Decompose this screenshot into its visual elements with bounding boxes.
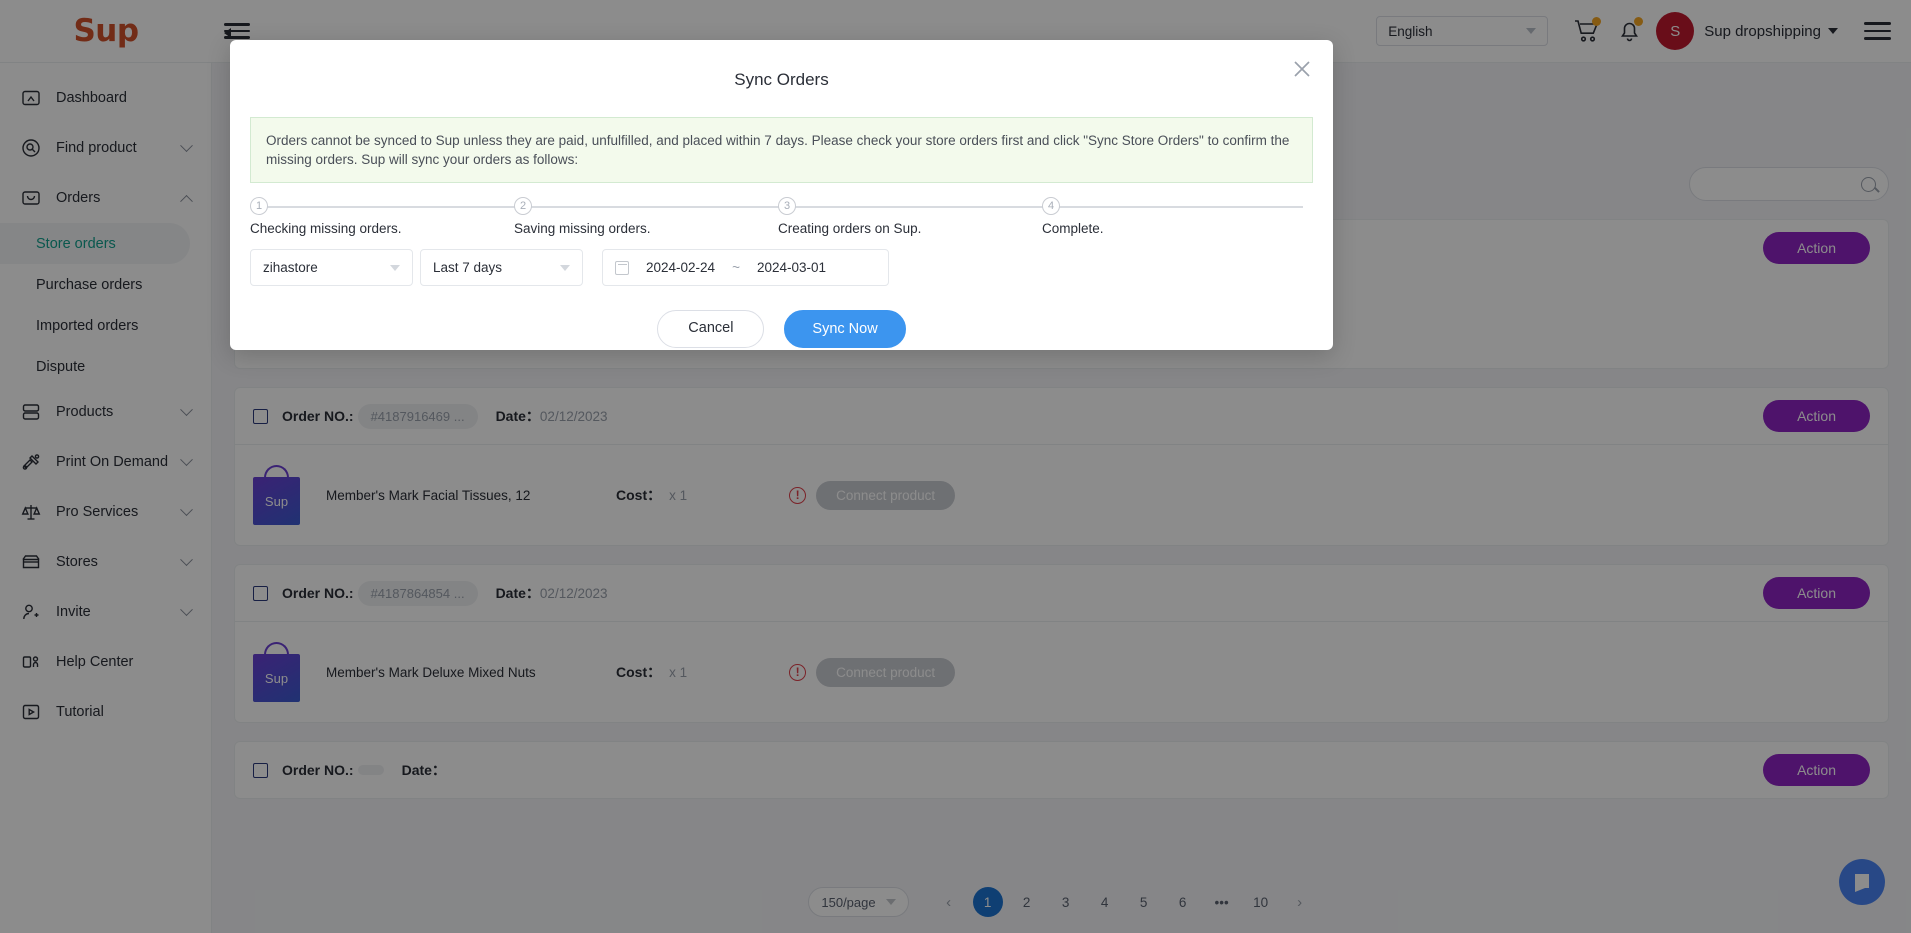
modal-title: Sync Orders (734, 70, 829, 89)
date-end[interactable]: 2024-03-01 (757, 260, 826, 275)
step-number: 4 (1042, 197, 1060, 216)
cancel-button[interactable]: Cancel (657, 310, 765, 349)
date-range-picker[interactable]: 2024-02-24 ~ 2024-03-01 (602, 249, 889, 287)
date-range-preset-select[interactable]: Last 7 days (420, 249, 583, 287)
store-select-value: zihastore (263, 260, 318, 276)
chevron-down-icon (560, 264, 570, 271)
date-separator: ~ (732, 260, 740, 276)
sync-now-button[interactable]: Sync Now (784, 310, 906, 349)
store-select[interactable]: zihastore (250, 249, 413, 287)
step-label: Saving missing orders. (514, 221, 651, 237)
sync-filters: zihastore Last 7 days 2024-02-24 ~ 2024-… (250, 249, 1313, 287)
sync-orders-modal: Sync Orders Orders cannot be synced to S… (230, 40, 1333, 350)
step-label: Checking missing orders. (250, 221, 402, 237)
step-number: 2 (514, 197, 532, 216)
step-label: Complete. (1042, 221, 1104, 237)
date-range-preset-value: Last 7 days (433, 260, 503, 276)
chevron-down-icon (390, 264, 400, 271)
step-number: 1 (250, 197, 268, 216)
modal-actions: Cancel Sync Now (230, 310, 1333, 349)
calendar-icon (615, 260, 629, 275)
sync-notice: Orders cannot be synced to Sup unless th… (250, 117, 1313, 184)
step-indicator: 1 Checking missing orders. 2 Saving miss… (250, 197, 1313, 243)
step-label: Creating orders on Sup. (778, 221, 922, 237)
close-icon[interactable] (1288, 55, 1316, 83)
date-start[interactable]: 2024-02-24 (646, 260, 715, 275)
step-number: 3 (778, 197, 796, 216)
app-root: Sup English S Sup dropshipping Dashboard… (0, 0, 1911, 933)
